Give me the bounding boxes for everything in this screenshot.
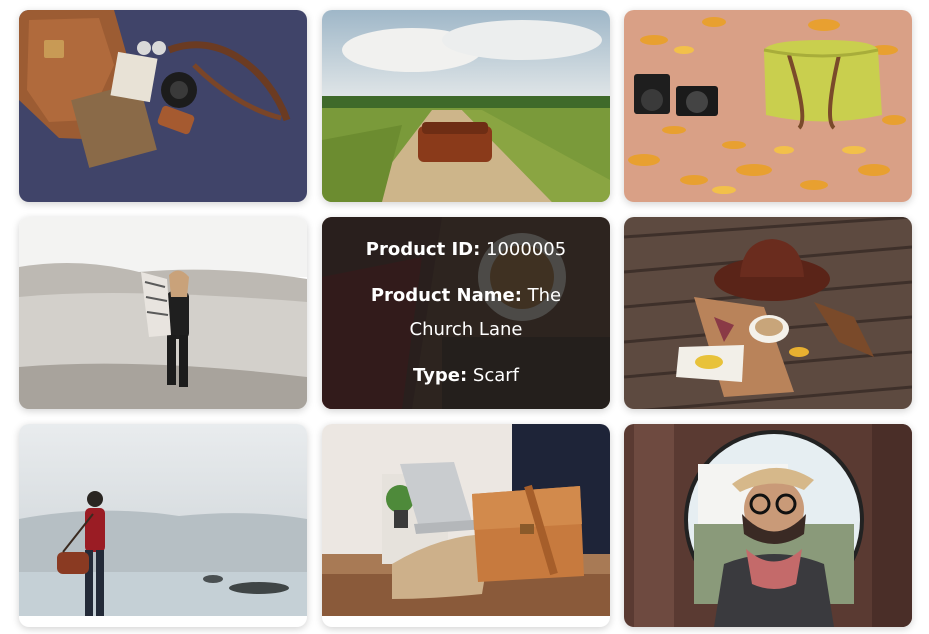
product-image-hat-glasses-man — [624, 424, 912, 627]
product-id-line: Product ID: 1000005 — [366, 233, 566, 267]
product-type-label: Type: — [413, 365, 468, 387]
product-card-3[interactable] — [624, 10, 912, 202]
product-image-road-bag — [322, 10, 610, 202]
product-type-line: Type: Scarf — [413, 359, 519, 393]
product-id-label: Product ID: — [365, 238, 481, 260]
product-type-value: Scarf — [472, 365, 519, 387]
product-name-label: Product Name: — [370, 284, 522, 306]
product-image-lake-man — [19, 424, 307, 616]
product-card-1[interactable] — [19, 10, 307, 202]
product-card-6[interactable] — [624, 217, 912, 409]
product-image-satchel — [19, 10, 307, 202]
product-card-7[interactable] — [19, 424, 307, 627]
product-card-5-hovered[interactable]: Product ID: 1000005 Product Name: The Ch… — [322, 217, 610, 409]
product-id-value: 1000005 — [486, 238, 567, 260]
product-card-4[interactable] — [19, 217, 307, 409]
product-image-beach-woman — [19, 217, 307, 409]
product-card-9[interactable] — [624, 424, 912, 627]
product-image-cameras-green-bag — [624, 10, 912, 202]
product-name-line: Product Name: The Church Lane — [350, 279, 582, 347]
product-card-8[interactable] — [322, 424, 610, 627]
product-card-2[interactable] — [322, 10, 610, 202]
product-details-overlay: Product ID: 1000005 Product Name: The Ch… — [322, 217, 610, 409]
product-image-laptop-messenger — [322, 424, 610, 616]
product-image-hat-coffee — [624, 217, 912, 409]
